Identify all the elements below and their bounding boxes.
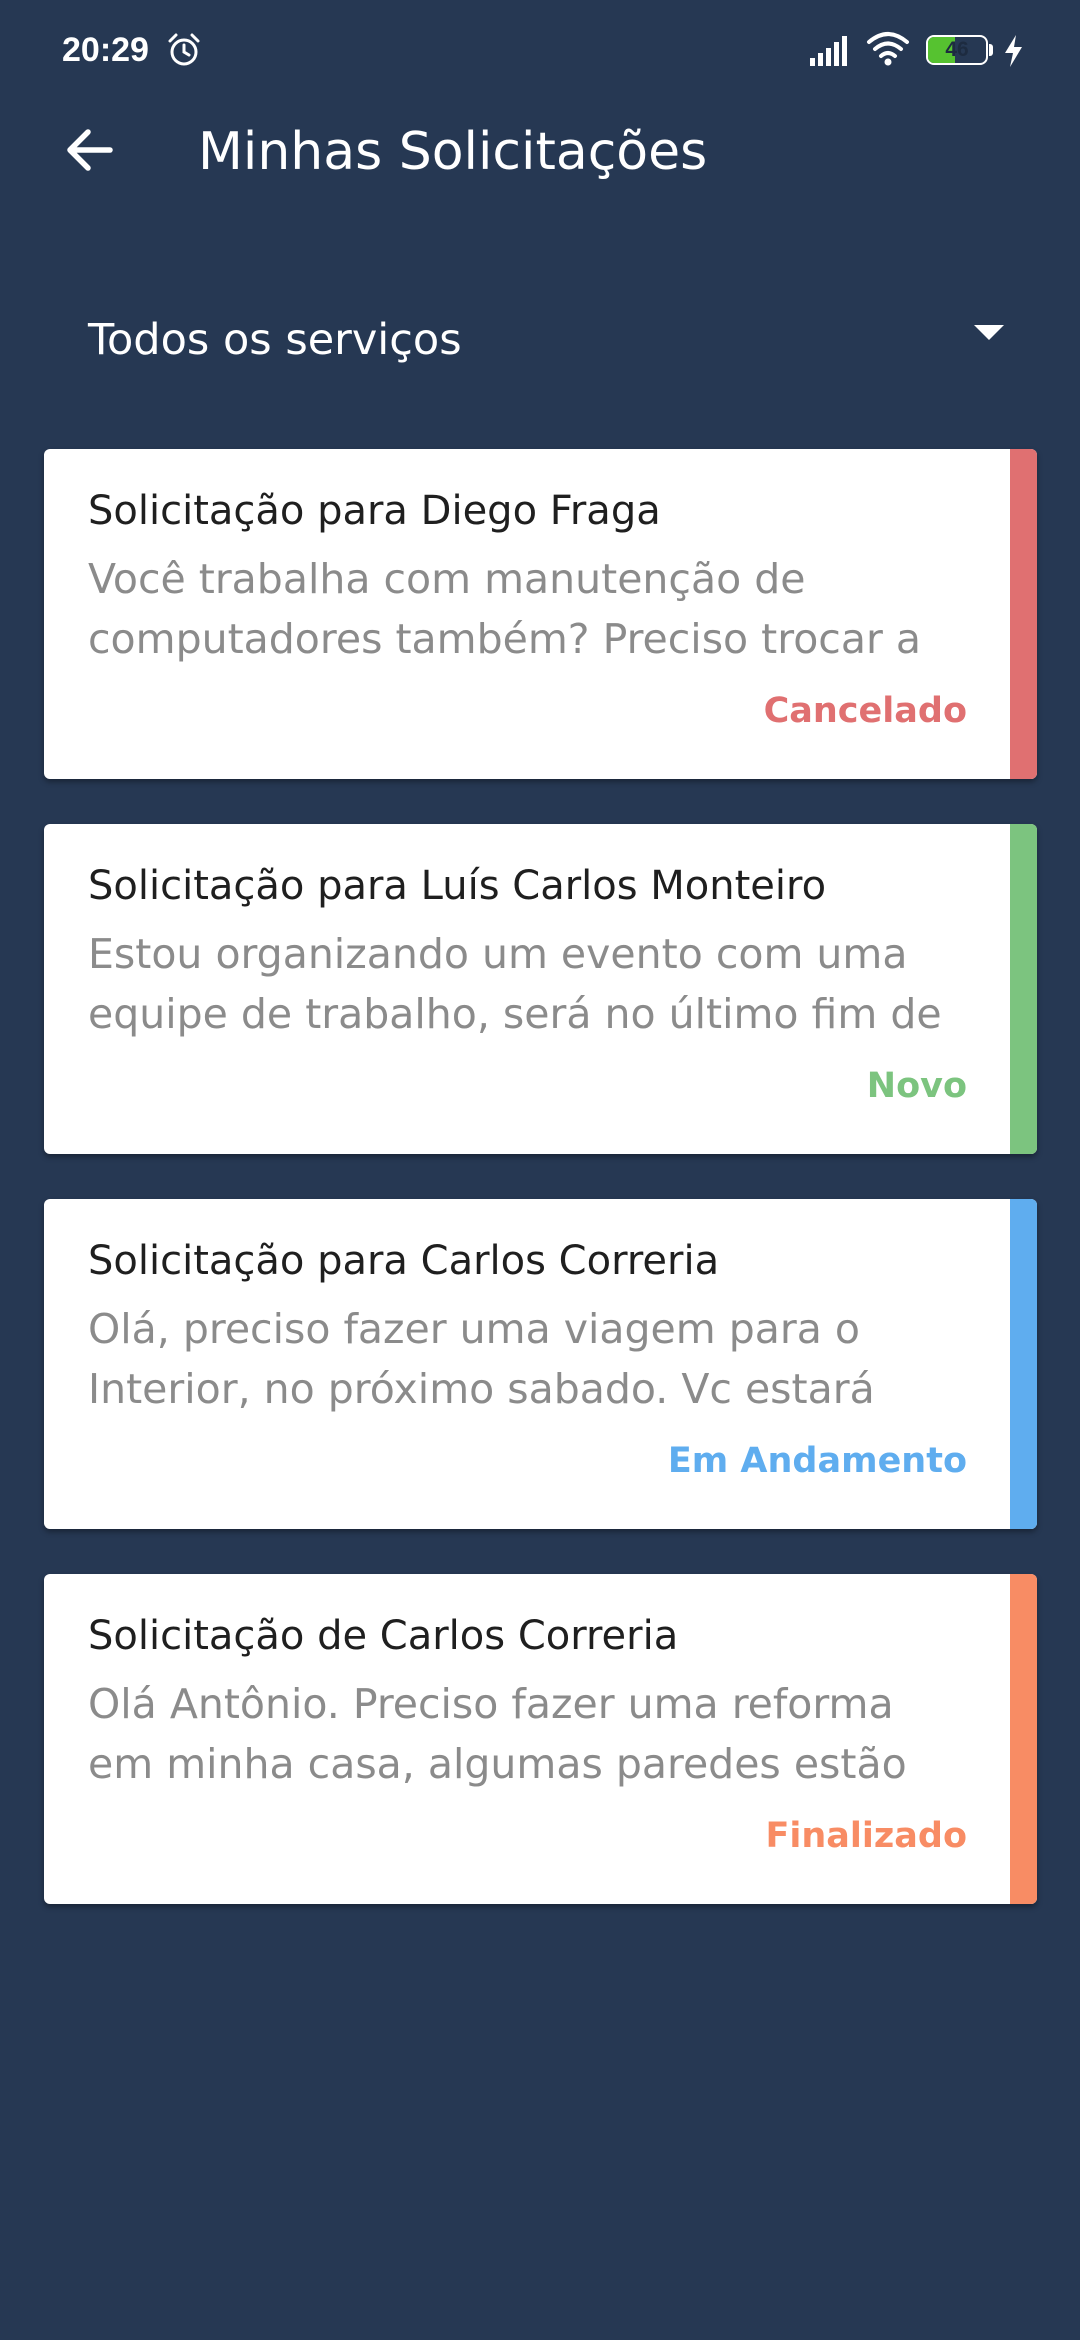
request-message-line: em minha casa, algumas paredes estão (88, 1740, 907, 1788)
status-color-bar (1010, 824, 1037, 1154)
alarm-icon (166, 32, 202, 72)
request-status: Em Andamento (667, 1441, 967, 1481)
request-title: Solicitação para Carlos Correria (88, 1238, 720, 1284)
request-message-line: Interior, no próximo sabado. Vc estará (88, 1365, 875, 1413)
request-card[interactable]: Solicitação para Diego Fraga Você trabal… (44, 449, 1037, 779)
request-status: Cancelado (763, 691, 967, 731)
request-status: Finalizado (765, 1816, 967, 1856)
service-filter-value: Todos os serviços (88, 315, 462, 365)
request-message: Você trabalha com manutenção de computad… (88, 549, 978, 669)
wifi-icon (866, 30, 910, 70)
battery-level: 46 (945, 38, 969, 61)
request-message: Olá, preciso fazer uma viagem para o Int… (88, 1299, 978, 1419)
request-status: Novo (866, 1066, 967, 1106)
status-time: 20:29 (62, 31, 149, 69)
request-title: Solicitação para Diego Fraga (88, 488, 661, 534)
request-message: Estou organizando um evento com uma equi… (88, 924, 978, 1044)
status-color-bar (1010, 1199, 1037, 1529)
request-message-line: equipe de trabalho, será no último fim d… (88, 990, 942, 1038)
caret-down-icon (974, 325, 1004, 345)
request-card[interactable]: Solicitação de Carlos Correria Olá Antôn… (44, 1574, 1037, 1904)
requests-list: Solicitação para Diego Fraga Você trabal… (44, 449, 1037, 1949)
battery-icon: 46 (926, 35, 993, 65)
request-message-line: Olá Antônio. Preciso fazer uma reforma (88, 1680, 894, 1728)
status-color-bar (1010, 449, 1037, 779)
request-title: Solicitação de Carlos Correria (88, 1613, 679, 1659)
request-message: Olá Antônio. Preciso fazer uma reforma e… (88, 1674, 978, 1794)
arrow-left-icon (62, 124, 114, 180)
request-title: Solicitação para Luís Carlos Monteiro (88, 863, 827, 909)
request-message-line: Olá, preciso fazer uma viagem para o (88, 1305, 860, 1353)
signal-icon (810, 34, 854, 70)
request-message-line: Estou organizando um evento com uma (88, 930, 908, 978)
request-card[interactable]: Solicitação para Carlos Correria Olá, pr… (44, 1199, 1037, 1529)
request-message-line: Você trabalha com manutenção de (88, 555, 806, 603)
status-color-bar (1010, 1574, 1037, 1904)
app-bar: Minhas Solicitações (0, 100, 1080, 205)
request-card[interactable]: Solicitação para Luís Carlos Monteiro Es… (44, 824, 1037, 1154)
charging-icon (1002, 34, 1024, 72)
request-message-line: computadores também? Preciso trocar a (88, 615, 921, 663)
back-button[interactable] (40, 110, 136, 194)
service-filter-dropdown[interactable]: Todos os serviços (60, 290, 1020, 390)
status-bar: 20:29 46 (0, 0, 1080, 100)
page-title: Minhas Solicitações (198, 122, 708, 182)
